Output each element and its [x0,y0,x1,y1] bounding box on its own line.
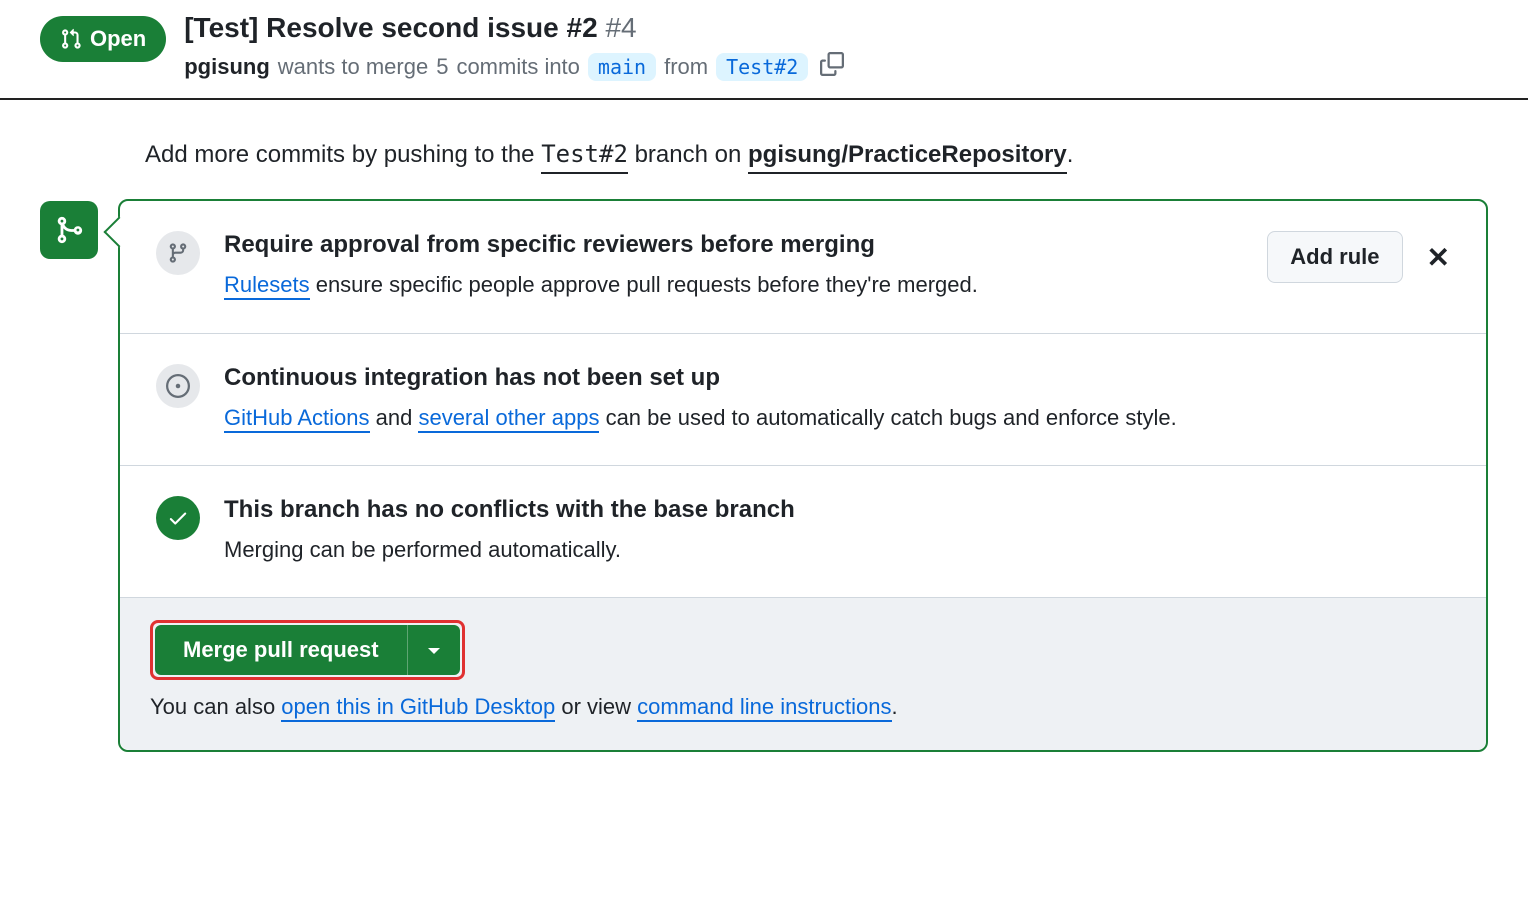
ci-mid1: and [370,405,419,430]
title-block: [Test] Resolve second issue #2 #4 pgisun… [184,10,1500,82]
timeline: Require approval from specific reviewers… [0,199,1528,802]
conflicts-desc: Merging can be performed automatically. [224,532,1450,567]
footer-before: You can also [150,694,281,719]
check-icon [156,496,200,540]
approval-desc-rest: ensure specific people approve pull requ… [310,272,978,297]
meta-text-2: commits into [456,54,579,80]
footer-suffix: . [892,694,898,719]
conflicts-title: This branch has no conflicts with the ba… [224,496,1450,524]
push-hint-middle: branch on [635,141,742,168]
git-merge-icon [54,215,84,245]
merge-pull-request-button[interactable]: Merge pull request [155,625,407,675]
push-hint-suffix: . [1067,141,1074,168]
base-branch-chip[interactable]: main [588,53,656,81]
add-rule-button[interactable]: Add rule [1267,231,1402,283]
push-hint: Add more commits by pushing to the Test#… [145,140,1528,169]
branch-icon [156,231,200,275]
approval-desc: Rulesets ensure specific people approve … [224,267,1243,302]
pr-title: [Test] Resolve second issue #2 #4 [184,10,1500,46]
approval-title: Require approval from specific reviewers… [224,231,1243,259]
footer-mid: or view [555,694,637,719]
meta-line: pgisung wants to merge 5 commits into ma… [184,52,1500,82]
ci-body: Continuous integration has not been set … [224,364,1450,435]
conflicts-body: This branch has no conflicts with the ba… [224,496,1450,567]
github-actions-link[interactable]: GitHub Actions [224,405,370,433]
approval-body: Require approval from specific reviewers… [224,231,1243,302]
push-hint-repo[interactable]: pgisung/PracticeRepository [748,141,1067,174]
pr-header: Open [Test] Resolve second issue #2 #4 p… [0,0,1528,100]
footer-text: You can also open this in GitHub Desktop… [150,694,1456,720]
copy-icon[interactable] [820,52,844,82]
ci-section: Continuous integration has not been set … [120,334,1486,466]
approval-actions: Add rule ✕ [1267,231,1450,283]
ci-title: Continuous integration has not been set … [224,364,1450,392]
merge-options-dropdown[interactable] [407,625,460,675]
other-apps-link[interactable]: several other apps [418,405,599,433]
ci-rest: can be used to automatically catch bugs … [599,405,1176,430]
bot-icon [156,364,200,408]
author-link[interactable]: pgisung [184,54,270,80]
merge-footer: Merge pull request You can also open thi… [120,598,1486,750]
pr-number: #4 [605,12,636,43]
git-pull-request-icon [60,28,82,50]
head-branch-chip[interactable]: Test#2 [716,53,808,81]
push-hint-branch: Test#2 [541,140,628,174]
ci-desc: GitHub Actions and several other apps ca… [224,400,1450,435]
github-desktop-link[interactable]: open this in GitHub Desktop [281,694,555,722]
commit-count: 5 [436,54,448,80]
meta-text-1: wants to merge [278,54,428,80]
merge-button-group: Merge pull request [150,620,465,680]
merge-panel: Require approval from specific reviewers… [118,199,1488,752]
push-hint-prefix: Add more commits by pushing to the [145,141,535,168]
close-icon[interactable]: ✕ [1427,241,1450,274]
merge-badge [40,201,98,259]
pr-title-text: [Test] Resolve second issue #2 [184,12,597,43]
conflicts-section: This branch has no conflicts with the ba… [120,466,1486,598]
state-badge: Open [40,16,166,62]
approval-section: Require approval from specific reviewers… [120,201,1486,333]
state-label: Open [90,26,146,52]
meta-text-3: from [664,54,708,80]
cli-instructions-link[interactable]: command line instructions [637,694,891,722]
rulesets-link[interactable]: Rulesets [224,272,310,300]
